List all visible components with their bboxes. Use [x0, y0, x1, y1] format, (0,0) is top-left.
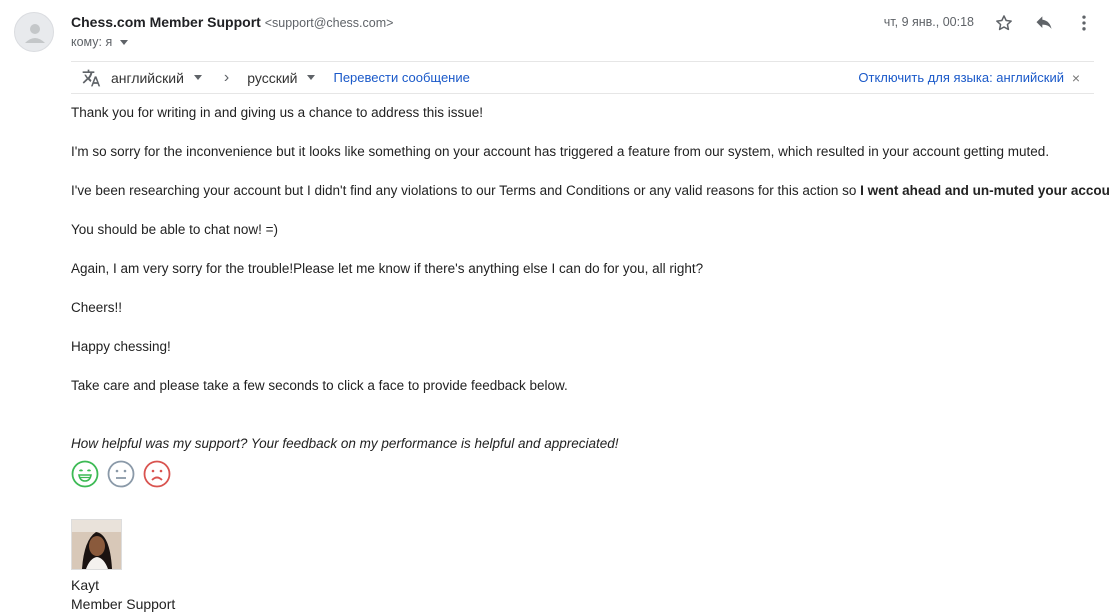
happy-face-icon[interactable] — [71, 460, 99, 488]
message-paragraph: I'm so sorry for the inconvenience but i… — [71, 144, 1050, 159]
message-bold-text: I went ahead and un-muted your account — [860, 183, 1110, 198]
star-icon[interactable] — [993, 12, 1015, 34]
target-language-label: русский — [247, 69, 298, 86]
source-language-label: английский — [111, 69, 184, 86]
sender-email: <support@chess.com> — [264, 16, 394, 30]
signature-photo — [71, 519, 122, 570]
translate-icon — [81, 68, 101, 88]
chevron-down-icon — [193, 75, 202, 80]
recipient-label: кому: я — [71, 35, 113, 49]
recipient-line[interactable]: кому: я — [71, 35, 129, 49]
message-paragraph: Cheers!! — [71, 300, 123, 315]
message-paragraph: Thank you for writing in and giving us a… — [71, 105, 483, 120]
chevron-down-icon — [307, 75, 316, 80]
source-language-dropdown[interactable]: английский — [111, 70, 202, 86]
person-icon — [25, 24, 45, 43]
sender-name[interactable]: Chess.com Member Support — [71, 14, 261, 30]
message-body: Thank you for writing in and giving us a… — [71, 104, 1110, 416]
feedback-question: How helpful was my support? Your feedbac… — [71, 436, 619, 451]
message-paragraph: You should be able to chat now! =) — [71, 222, 279, 237]
translate-bar: английский › русский Перевести сообщение… — [71, 61, 1094, 94]
arrow-right-icon: › — [223, 68, 230, 86]
sender-line: Chess.com Member Support <support@chess.… — [71, 14, 393, 30]
message-date: чт, 9 янв., 00:18 — [883, 15, 974, 29]
more-options-icon[interactable] — [1073, 12, 1095, 34]
message-paragraph: Take care and please take a few seconds … — [71, 378, 568, 393]
signature-name: Kayt — [71, 577, 100, 593]
disable-translation-link[interactable]: Отключить для языка: английский — [858, 70, 1064, 85]
translate-message-link[interactable]: Перевести сообщение — [333, 70, 469, 85]
sad-face-icon[interactable] — [143, 460, 171, 488]
target-language-dropdown[interactable]: русский — [247, 69, 316, 86]
sender-avatar[interactable] — [14, 12, 54, 52]
close-icon[interactable]: × — [1072, 70, 1080, 86]
feedback-faces — [71, 460, 171, 488]
neutral-face-icon[interactable] — [107, 460, 135, 488]
reply-icon[interactable] — [1033, 12, 1055, 34]
message-paragraph: Happy chessing! — [71, 339, 171, 354]
message-paragraph: I've been researching your account but I… — [71, 182, 1110, 199]
message-text: I've been researching your account but I… — [71, 183, 861, 198]
message-paragraph: Again, I am very sorry for the trouble!P… — [71, 261, 704, 276]
recipient-dropdown-icon[interactable] — [120, 39, 129, 45]
